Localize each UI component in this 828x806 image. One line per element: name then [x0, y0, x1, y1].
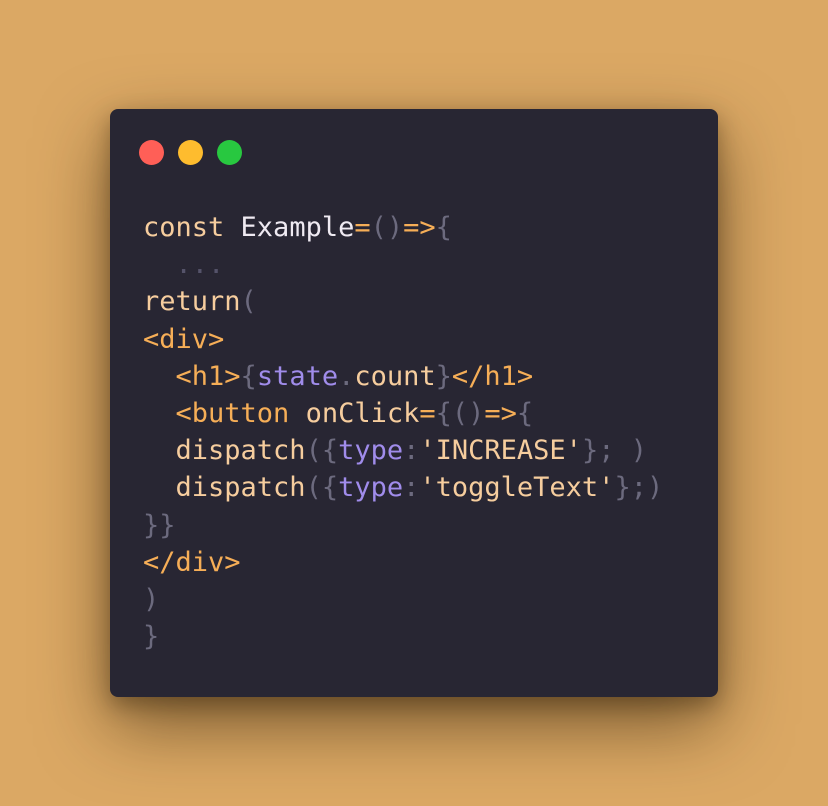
window-controls — [139, 140, 242, 165]
code-token-punctuation: } — [435, 360, 452, 392]
code-token-punctuation: : — [403, 472, 420, 504]
code-token-keyword: return — [143, 286, 241, 318]
code-token-tag: </div> — [143, 546, 241, 578]
code-token-identifier: Example — [240, 212, 355, 243]
code-token-punctuation: } — [143, 621, 160, 653]
minimize-button[interactable] — [178, 140, 203, 165]
code-token-tag: <h1> — [143, 360, 241, 392]
code-token-operator: = — [354, 212, 371, 243]
code-token-punctuation: { — [516, 397, 534, 429]
code-line: return( — [143, 283, 663, 320]
code-token-tag: </h1> — [451, 360, 534, 392]
code-token-tag: <div> — [143, 323, 225, 355]
code-token-punctuation: { — [435, 212, 452, 243]
code-token-punctuation: { — [240, 360, 257, 392]
code-token-punctuation: };) — [614, 472, 664, 504]
code-token-punctuation: }; ) — [581, 435, 647, 467]
code-token-keyword: count — [354, 360, 436, 392]
code-window: const Example=()=>{ ... return(<div> <h1>… — [110, 109, 718, 697]
code-token-punctuation: }} — [143, 509, 176, 541]
code-line: ... — [143, 246, 663, 283]
code-line: dispatch({type:'INCREASE'}; ) — [143, 432, 663, 469]
code-block: const Example=()=>{ ... return(<div> <h1>… — [143, 209, 663, 655]
code-token-keyword: const — [143, 212, 241, 243]
code-line: </div> — [143, 544, 663, 581]
code-token-operator: = — [419, 397, 436, 429]
code-token-punctuation: ({ — [305, 435, 339, 467]
code-line: <h1>{state.count}</h1> — [143, 358, 663, 395]
code-token-punctuation: {() — [435, 397, 485, 429]
code-token-string: 'toggleText' — [419, 472, 615, 504]
code-token-punctuation: ) — [143, 583, 160, 615]
code-token-operator: => — [403, 212, 436, 243]
code-token-punctuation: ({ — [305, 472, 339, 504]
code-token-property: state — [256, 360, 339, 392]
code-token-property: type — [338, 435, 404, 467]
code-token-keyword: dispatch — [143, 472, 306, 504]
code-token-punctuation: : — [403, 435, 420, 467]
code-token-string: 'INCREASE' — [419, 435, 582, 467]
code-line: }} — [143, 507, 663, 544]
close-button[interactable] — [139, 140, 164, 165]
code-line: } — [143, 618, 663, 655]
code-token-punctuation: . — [338, 360, 355, 392]
code-token-keyword: dispatch — [143, 435, 306, 467]
code-token-keyword: onClick — [305, 397, 420, 429]
code-token-comment: ... — [143, 249, 225, 281]
code-line: <div> — [143, 321, 663, 358]
code-line: <button onClick={()=>{ — [143, 395, 663, 432]
code-token-operator: => — [484, 397, 517, 429]
code-line: dispatch({type:'toggleText'};) — [143, 469, 664, 506]
code-token-punctuation: ( — [240, 286, 257, 318]
code-token-punctuation: () — [370, 212, 404, 243]
code-token-property: type — [338, 472, 404, 504]
maximize-button[interactable] — [217, 140, 242, 165]
code-line: const Example=()=>{ — [143, 209, 663, 246]
code-line: ) — [143, 581, 663, 618]
code-token-tag: <button — [143, 397, 306, 429]
